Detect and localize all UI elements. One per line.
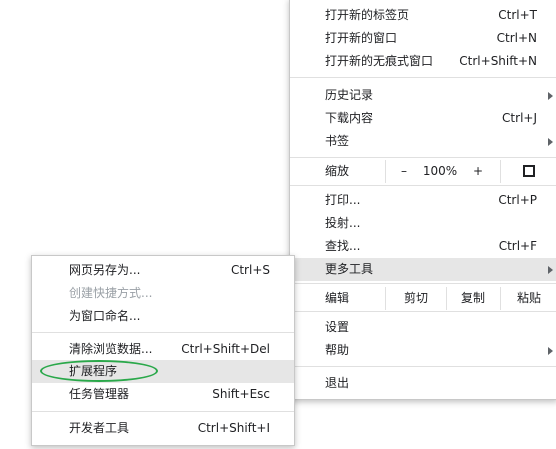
exit-item[interactable]: 退出 <box>290 372 556 395</box>
bookmarks-item[interactable]: 书签 <box>290 130 556 153</box>
print-shortcut: Ctrl+P <box>498 193 537 207</box>
new-incognito-shortcut: Ctrl+Shift+N <box>459 54 537 68</box>
divider <box>385 160 386 183</box>
dev-tools-shortcut: Ctrl+Shift+I <box>197 421 270 435</box>
downloads-shortcut: Ctrl+J <box>502 111 537 125</box>
separator <box>32 332 294 333</box>
edit-label: 编辑 <box>325 291 350 305</box>
separator <box>290 283 556 284</box>
save-page-item[interactable]: 网页另存为... Ctrl+S <box>32 259 294 282</box>
highlight-ellipse-annotation <box>40 360 158 382</box>
separator <box>290 185 556 186</box>
zoom-row: 缩放 – 100% + <box>290 160 556 183</box>
save-page-label: 网页另存为... <box>69 263 141 277</box>
separator <box>290 77 556 78</box>
separator <box>290 311 556 312</box>
cast-label: 投射... <box>325 216 361 230</box>
task-manager-shortcut: Shift+Esc <box>212 387 270 401</box>
name-window-item[interactable]: 为窗口命名... <box>32 305 294 328</box>
task-manager-item[interactable]: 任务管理器 Shift+Esc <box>32 383 294 406</box>
save-page-shortcut: Ctrl+S <box>230 263 270 277</box>
help-item[interactable]: 帮助 <box>290 339 556 362</box>
cut-button[interactable]: 剪切 <box>386 287 446 310</box>
clear-data-label: 清除浏览数据... <box>69 342 153 356</box>
downloads-item[interactable]: 下载内容 Ctrl+J <box>290 107 556 130</box>
new-window-shortcut: Ctrl+N <box>496 31 537 45</box>
separator <box>290 157 556 158</box>
more-tools-submenu: 网页另存为... Ctrl+S 创建快捷方式... 为窗口命名... 清除浏览数… <box>31 255 295 446</box>
submenu-arrow-icon <box>548 138 553 146</box>
more-tools-item[interactable]: 更多工具 <box>290 258 556 281</box>
create-shortcut-item: 创建快捷方式... <box>32 282 294 305</box>
zoom-out-button[interactable]: – <box>394 160 414 183</box>
exit-label: 退出 <box>325 376 350 390</box>
dev-tools-label: 开发者工具 <box>69 421 130 435</box>
find-item[interactable]: 查找... Ctrl+F <box>290 235 556 258</box>
new-tab-label: 打开新的标签页 <box>325 8 410 22</box>
settings-item[interactable]: 设置 <box>290 316 556 339</box>
print-item[interactable]: 打印... Ctrl+P <box>290 189 556 212</box>
find-shortcut: Ctrl+F <box>498 239 537 253</box>
cast-item[interactable]: 投射... <box>290 212 556 235</box>
history-label: 历史记录 <box>325 88 374 102</box>
chrome-main-menu: 打开新的标签页 Ctrl+T 打开新的窗口 Ctrl+N 打开新的无痕式窗口 C… <box>289 0 556 400</box>
bookmarks-label: 书签 <box>325 134 350 148</box>
print-label: 打印... <box>325 193 361 207</box>
zoom-in-button[interactable]: + <box>468 160 488 183</box>
downloads-label: 下载内容 <box>325 111 374 125</box>
edit-row: 编辑 剪切 复制 粘贴 <box>290 287 556 310</box>
task-manager-label: 任务管理器 <box>69 387 130 401</box>
zoom-label: 缩放 <box>325 164 350 178</box>
more-tools-label: 更多工具 <box>325 262 374 276</box>
settings-label: 设置 <box>325 320 350 334</box>
developer-tools-item[interactable]: 开发者工具 Ctrl+Shift+I <box>32 417 294 440</box>
new-tab-shortcut: Ctrl+T <box>498 8 537 22</box>
new-window-label: 打开新的窗口 <box>325 31 398 45</box>
fullscreen-icon[interactable] <box>523 165 535 177</box>
new-incognito-window-item[interactable]: 打开新的无痕式窗口 Ctrl+Shift+N <box>290 50 556 73</box>
new-tab-item[interactable]: 打开新的标签页 Ctrl+T <box>290 4 556 27</box>
submenu-arrow-icon <box>548 92 553 100</box>
new-window-item[interactable]: 打开新的窗口 Ctrl+N <box>290 27 556 50</box>
new-incognito-label: 打开新的无痕式窗口 <box>325 54 434 68</box>
separator <box>290 366 556 367</box>
clear-data-shortcut: Ctrl+Shift+Del <box>181 342 270 356</box>
submenu-arrow-icon <box>548 266 553 274</box>
help-label: 帮助 <box>325 343 350 357</box>
clear-browsing-data-item[interactable]: 清除浏览数据... Ctrl+Shift+Del <box>32 338 294 361</box>
copy-button[interactable]: 复制 <box>447 287 499 310</box>
find-label: 查找... <box>325 239 361 253</box>
name-window-label: 为窗口命名... <box>69 309 141 323</box>
create-shortcut-label: 创建快捷方式... <box>69 286 153 300</box>
zoom-level: 100% <box>422 164 458 178</box>
separator <box>32 411 294 412</box>
submenu-arrow-icon <box>548 347 553 355</box>
divider <box>500 160 501 183</box>
history-item[interactable]: 历史记录 <box>290 84 556 107</box>
paste-button[interactable]: 粘贴 <box>501 287 556 310</box>
